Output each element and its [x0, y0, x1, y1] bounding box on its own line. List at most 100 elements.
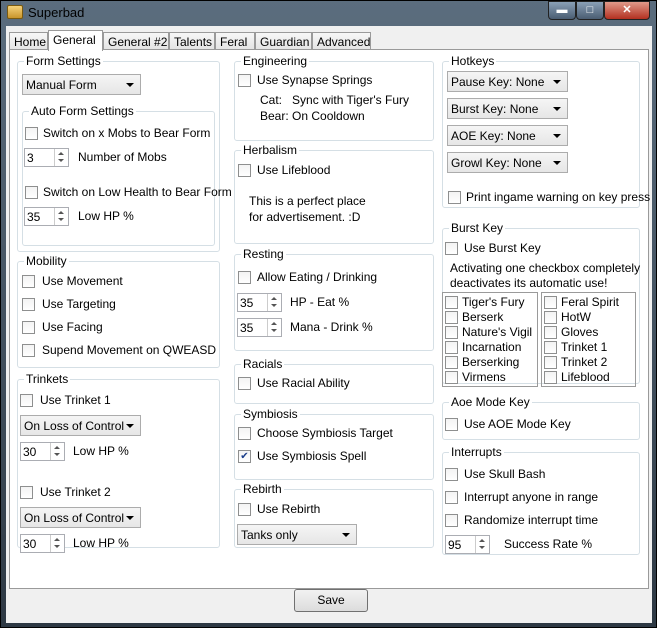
use-trinket-2-label: Use Trinket 2: [40, 485, 111, 499]
burst-incarnation-label: Incarnation: [462, 340, 522, 354]
mana-drink-label: Mana - Drink %: [290, 320, 373, 334]
stepper-buttons[interactable]: [267, 319, 281, 336]
use-trinket-1-checkbox[interactable]: [20, 394, 33, 407]
burst-key-value: Burst Key: None: [451, 102, 539, 116]
growl-key-value: Growl Key: None: [451, 156, 542, 170]
burst-virmens-checkbox[interactable]: [445, 371, 458, 384]
burst-incarnation-checkbox[interactable]: [445, 341, 458, 354]
aoe-key-select[interactable]: AOE Key: None: [447, 125, 568, 146]
burst-key-select[interactable]: Burst Key: None: [447, 98, 568, 119]
use-lifeblood-checkbox[interactable]: [238, 164, 251, 177]
burst-feral-spirit-label: Feral Spirit: [561, 295, 620, 309]
burst-trinket-1-checkbox[interactable]: [544, 341, 557, 354]
use-skull-bash-label: Use Skull Bash: [464, 467, 546, 481]
burst-berserking-checkbox[interactable]: [445, 356, 458, 369]
tab-general[interactable]: General: [48, 30, 103, 51]
burst-tigers-fury-checkbox[interactable]: [445, 296, 458, 309]
tab-advanced[interactable]: Advanced: [312, 32, 371, 50]
chevron-down-icon: [342, 533, 350, 537]
stepper-buttons[interactable]: [54, 149, 68, 166]
arrow-down-icon: [58, 159, 64, 162]
burst-lifeblood-checkbox[interactable]: [544, 371, 557, 384]
tab-guardian[interactable]: Guardian: [255, 32, 312, 50]
client-area: Home General General #2 Talents Feral Gu…: [6, 26, 652, 623]
burst-feral-spirit-checkbox[interactable]: [544, 296, 557, 309]
use-targeting-checkbox[interactable]: [22, 298, 35, 311]
print-warning-checkbox[interactable]: [448, 191, 461, 204]
mobs-count-label: Number of Mobs: [78, 150, 167, 164]
save-button[interactable]: Save: [294, 589, 368, 612]
use-movement-checkbox[interactable]: [22, 275, 35, 288]
use-symbiosis-spell-checkbox[interactable]: [238, 450, 251, 463]
trinket-1-hp-stepper[interactable]: 30: [20, 442, 65, 461]
pause-key-select[interactable]: Pause Key: None: [447, 71, 568, 92]
trinket-2-mode-select[interactable]: On Loss of Control: [20, 507, 141, 528]
allow-eating-drinking-checkbox[interactable]: [238, 271, 251, 284]
burst-hotw-checkbox[interactable]: [544, 311, 557, 324]
advertisement-text-2: for advertisement. :D: [249, 210, 361, 224]
use-synapse-springs-checkbox[interactable]: [238, 74, 251, 87]
herbalism-legend: Herbalism: [243, 143, 298, 157]
chevron-down-icon: [553, 80, 561, 84]
use-aoe-mode-key-label: Use AOE Mode Key: [464, 417, 571, 431]
arrow-up-icon: [271, 297, 277, 300]
rebirth-mode-select[interactable]: Tanks only: [237, 524, 357, 545]
use-aoe-mode-key-checkbox[interactable]: [445, 418, 458, 431]
randomize-interrupt-checkbox[interactable]: [445, 514, 458, 527]
success-rate-label: Success Rate %: [504, 537, 593, 551]
engineering-bear-text: Bear: On Cooldown: [260, 109, 365, 123]
burst-trinket-2-checkbox[interactable]: [544, 356, 557, 369]
use-racial-ability-checkbox[interactable]: [238, 377, 251, 390]
tab-home[interactable]: Home: [9, 32, 48, 50]
burst-berserk-label: Berserk: [462, 310, 504, 324]
burst-berserk-checkbox[interactable]: [445, 311, 458, 324]
tab-feral[interactable]: Feral: [215, 32, 255, 50]
burst-natures-vigil-checkbox[interactable]: [445, 326, 458, 339]
chevron-down-icon: [126, 424, 134, 428]
arrow-up-icon: [479, 539, 485, 542]
tab-talents[interactable]: Talents: [169, 32, 215, 50]
minimize-button[interactable]: ▬: [548, 1, 576, 20]
trinket-1-mode-select[interactable]: On Loss of Control: [20, 415, 141, 436]
use-racial-ability-label: Use Racial Ability: [257, 376, 350, 390]
arrow-down-icon: [54, 453, 60, 456]
use-burst-key-checkbox[interactable]: [445, 242, 458, 255]
switch-hp-checkbox[interactable]: [25, 186, 38, 199]
suspend-movement-checkbox[interactable]: [22, 344, 35, 357]
use-trinket-2-checkbox[interactable]: [20, 486, 33, 499]
burst-gloves-checkbox[interactable]: [544, 326, 557, 339]
use-facing-checkbox[interactable]: [22, 321, 35, 334]
interrupt-anyone-checkbox[interactable]: [445, 491, 458, 504]
mana-drink-stepper[interactable]: 35: [237, 318, 282, 337]
hp-eat-value: 35: [240, 296, 254, 310]
tab-general-2[interactable]: General #2: [103, 32, 169, 50]
hp-eat-stepper[interactable]: 35: [237, 293, 282, 312]
form-mode-select[interactable]: Manual Form: [22, 74, 141, 95]
burst-berserking-label: Berserking: [462, 355, 520, 369]
stepper-buttons[interactable]: [54, 208, 68, 225]
arrow-down-icon: [54, 545, 60, 548]
maximize-button[interactable]: □: [576, 1, 604, 20]
trinket-2-hp-stepper[interactable]: 30: [20, 534, 65, 553]
use-rebirth-label: Use Rebirth: [257, 502, 321, 516]
switch-mobs-checkbox[interactable]: [25, 127, 38, 140]
engineering-legend: Engineering: [243, 54, 308, 68]
stepper-buttons[interactable]: [50, 535, 64, 552]
title-bar[interactable]: Superbad ▬ □ ✕: [1, 1, 656, 25]
stepper-buttons[interactable]: [267, 294, 281, 311]
low-hp-stepper[interactable]: 35: [24, 207, 69, 226]
growl-key-select[interactable]: Growl Key: None: [447, 152, 568, 173]
choose-symbiosis-target-checkbox[interactable]: [238, 427, 251, 440]
stepper-buttons[interactable]: [475, 536, 489, 553]
success-rate-stepper[interactable]: 95: [445, 535, 490, 554]
mobs-count-stepper[interactable]: 3: [24, 148, 69, 167]
burst-note-2: deactivates its automatic use!: [450, 276, 608, 290]
chevron-down-icon: [553, 161, 561, 165]
interrupt-anyone-label: Interrupt anyone in range: [464, 490, 599, 504]
stepper-buttons[interactable]: [50, 443, 64, 460]
use-skull-bash-checkbox[interactable]: [445, 468, 458, 481]
close-button[interactable]: ✕: [604, 1, 650, 20]
use-synapse-springs-label: Use Synapse Springs: [257, 73, 373, 87]
use-rebirth-checkbox[interactable]: [238, 503, 251, 516]
burst-tigers-fury-label: Tiger's Fury: [462, 295, 525, 309]
